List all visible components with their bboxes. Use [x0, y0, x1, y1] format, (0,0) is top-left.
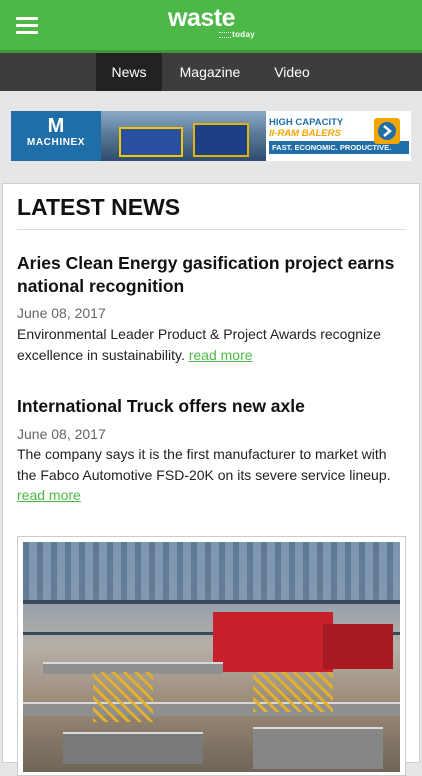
logo-main-text: waste [168, 4, 235, 32]
article-summary: Environmental Leader Product & Project A… [17, 326, 381, 363]
read-more-link[interactable]: read more [17, 487, 81, 503]
tab-magazine[interactable]: Magazine [166, 53, 254, 91]
article-date: June 08, 2017 [17, 426, 106, 442]
machinex-ad-banner[interactable]: M MACHINEX HIGH CAPACITY II-RAM BALERS F… [11, 111, 411, 161]
article-headline[interactable]: Aries Clean Energy gasification project … [17, 252, 407, 298]
article-headline[interactable]: International Truck offers new axle [17, 395, 407, 418]
logo-sub-text: today [219, 30, 255, 39]
baler-machine-shape-2 [193, 123, 249, 157]
hamburger-menu-icon[interactable] [16, 17, 38, 35]
arrow-right-icon[interactable] [374, 118, 400, 144]
machinex-logo: M MACHINEX [11, 111, 101, 161]
section-nav: News Magazine Video [0, 53, 422, 91]
article-summary: The company says it is the first manufac… [17, 446, 391, 503]
article-date: June 08, 2017 [17, 305, 106, 321]
app-header: waste today [0, 0, 422, 53]
baler-photo [101, 111, 266, 161]
red-sorting-machine [213, 612, 333, 672]
section-title: LATEST NEWS [17, 194, 181, 220]
waste-today-logo[interactable]: waste today [168, 6, 258, 44]
tab-video[interactable]: Video [258, 53, 326, 91]
divider [17, 229, 406, 230]
roof-structure [23, 542, 400, 602]
tab-news[interactable]: News [96, 53, 162, 91]
recycling-facility-photo [23, 542, 400, 772]
latest-news-card: LATEST NEWS Aries Clean Energy gasificat… [2, 183, 420, 776]
article-image-frame[interactable] [17, 536, 406, 776]
read-more-link[interactable]: read more [189, 347, 253, 363]
baler-machine-shape [119, 127, 183, 157]
